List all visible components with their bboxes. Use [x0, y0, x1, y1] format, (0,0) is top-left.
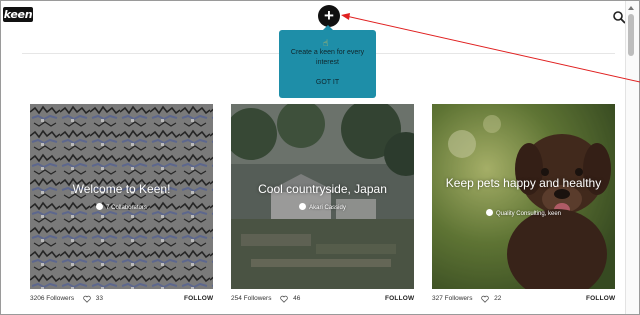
create-keen-button[interactable]: + — [318, 5, 340, 27]
pointing-hand-icon: ☝ — [323, 38, 329, 48]
user-icon — [485, 209, 493, 216]
card-title: Keep pets happy and healthy — [445, 176, 602, 190]
card-stats: 327 Followers 22 — [432, 294, 501, 304]
card-stats: 254 Followers 46 — [231, 294, 300, 304]
follow-button[interactable]: FOLLOW — [385, 294, 414, 304]
card-owner: Quality Consulting, keen — [432, 209, 615, 218]
heart-icon[interactable] — [280, 295, 289, 303]
card-title: Cool countryside, Japan — [258, 182, 387, 196]
search-icon[interactable] — [612, 10, 626, 24]
heart-count: 46 — [293, 295, 301, 302]
followers-count: 254 Followers — [231, 295, 272, 302]
keen-card-countryside[interactable]: Cool countryside, Japan Akari Cassidy — [231, 104, 414, 289]
user-icon — [299, 203, 307, 210]
card-owner-label: Quality Consulting, keen — [495, 211, 562, 217]
heart-icon[interactable] — [481, 295, 490, 303]
scroll-thumb[interactable] — [628, 14, 634, 56]
card-stats: 3206 Followers 33 — [30, 294, 103, 304]
card-owner-label: 7 Collaborators — [106, 205, 147, 211]
follow-button[interactable]: FOLLOW — [184, 294, 213, 304]
card-title: Welcome to Keen! — [72, 182, 171, 196]
keen-logo[interactable]: keen — [3, 7, 33, 22]
card-owner: Akari Cassidy — [231, 203, 414, 212]
follow-button[interactable]: FOLLOW — [586, 294, 615, 304]
card-owner: 7 Collaborators — [30, 203, 213, 212]
heart-icon[interactable] — [83, 295, 91, 303]
followers-count: 327 Followers — [432, 295, 473, 302]
keen-card-pets[interactable]: Keep pets happy and healthy Quality Cons… — [432, 104, 615, 289]
card-owner-label: Akari Cassidy — [309, 205, 346, 211]
scroll-up-arrow-icon[interactable] — [628, 6, 634, 10]
followers-count: 3206 Followers — [30, 295, 75, 302]
collaborators-icon — [96, 203, 104, 210]
heart-count: 22 — [494, 295, 502, 302]
got-it-button[interactable]: GOT IT — [305, 77, 350, 89]
onboarding-tooltip: ☝ Create a keen for every interest GOT I… — [279, 30, 376, 98]
keen-card-welcome[interactable]: Welcome to Keen! 7 Collaborators — [30, 104, 213, 289]
heart-count: 33 — [95, 295, 103, 302]
card-image-puppy — [432, 104, 615, 289]
tooltip-text: Create a keen for every interest — [290, 49, 365, 66]
